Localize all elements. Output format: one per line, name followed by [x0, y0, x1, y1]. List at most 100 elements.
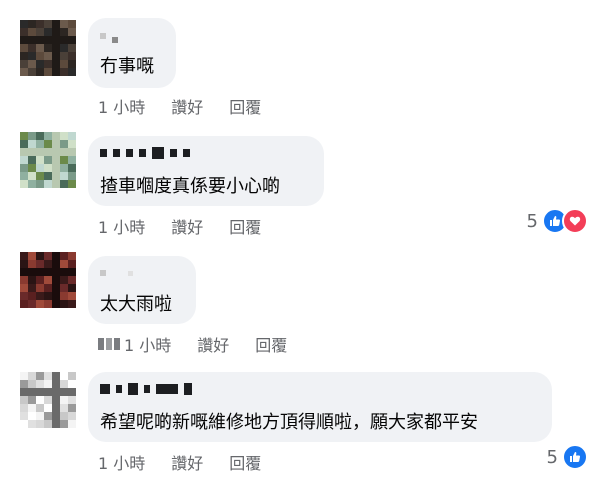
avatar-pixel — [44, 396, 52, 404]
avatar-pixel — [28, 180, 36, 188]
avatar-pixel — [20, 300, 28, 308]
avatar-pixel — [60, 28, 68, 36]
avatar-pixel — [28, 60, 36, 68]
avatar-pixel — [60, 412, 68, 420]
reply-button[interactable]: 回覆 — [229, 94, 261, 118]
avatar-pixel — [36, 20, 44, 28]
avatar-pixel — [28, 172, 36, 180]
avatar-pixel — [44, 60, 52, 68]
avatar-pixel — [52, 44, 60, 52]
comment-bubble: 揸車嗰度真係要小心啲 — [88, 136, 324, 206]
avatar-pixel — [20, 372, 28, 380]
avatar-pixel — [52, 396, 60, 404]
avatar[interactable] — [20, 132, 76, 188]
avatar-pixel — [60, 276, 68, 284]
timestamp[interactable]: 1 小時 — [98, 450, 145, 474]
avatar-pixel — [36, 132, 44, 140]
avatar-pixel — [68, 44, 76, 52]
like-button[interactable]: 讚好 — [197, 332, 229, 356]
comment-actions: 1 小時 讚好 回覆 — [98, 332, 313, 356]
avatar-pixel — [28, 156, 36, 164]
avatar-pixel — [28, 28, 36, 36]
avatar-pixel — [60, 380, 68, 388]
avatar-pixel — [68, 68, 76, 76]
avatar-pixel — [28, 260, 36, 268]
avatar-pixel — [28, 52, 36, 60]
avatar-pixel — [44, 132, 52, 140]
comment-bubble: 太大雨啦 — [88, 256, 196, 324]
avatar-pixel — [60, 60, 68, 68]
avatar[interactable] — [20, 20, 76, 76]
avatar-pixel — [68, 404, 76, 412]
avatar-pixel — [44, 68, 52, 76]
avatar-pixel — [52, 292, 60, 300]
author-name[interactable] — [100, 146, 196, 160]
reaction-summary[interactable]: 5 — [547, 444, 588, 470]
comment-bubble: 冇事嘅 — [88, 18, 176, 88]
reaction-summary[interactable]: 5 — [527, 208, 588, 234]
avatar-pixel — [36, 140, 44, 148]
avatar-pixel — [44, 172, 52, 180]
avatar[interactable] — [20, 252, 76, 308]
avatar-pixel — [36, 420, 44, 428]
avatar-pixel — [20, 420, 28, 428]
comment-actions: 1 小時 讚好 回覆 — [98, 94, 287, 118]
avatar-pixel — [44, 140, 52, 148]
author-name[interactable] — [100, 382, 198, 396]
reply-button[interactable]: 回覆 — [255, 332, 287, 356]
avatar-pixel — [36, 412, 44, 420]
avatar-pixel — [44, 260, 52, 268]
avatar-pixel — [68, 28, 76, 36]
avatar-pixel — [68, 164, 76, 172]
avatar-pixel — [52, 28, 60, 36]
avatar-pixel — [20, 28, 28, 36]
avatar-pixel — [28, 420, 36, 428]
avatar-pixel — [52, 300, 60, 308]
avatar-pixel — [60, 284, 68, 292]
avatar-pixel — [68, 252, 76, 260]
avatar-pixel — [60, 68, 68, 76]
avatar-pixel — [28, 148, 36, 156]
avatar-pixel — [52, 172, 60, 180]
like-button[interactable]: 讚好 — [171, 94, 203, 118]
timestamp[interactable]: 1 小時 — [98, 332, 171, 356]
avatar[interactable] — [20, 372, 76, 428]
avatar-pixel — [60, 420, 68, 428]
comment-bubble: 希望呢啲新嘅維修地方頂得順啦，願大家都平安 — [88, 372, 552, 442]
avatar-pixel — [36, 36, 44, 44]
reply-button[interactable]: 回覆 — [229, 450, 261, 474]
timestamp[interactable]: 1 小時 — [98, 214, 145, 238]
avatar-pixel — [44, 52, 52, 60]
avatar-pixel — [36, 396, 44, 404]
avatar-pixel — [20, 412, 28, 420]
author-name[interactable] — [100, 28, 124, 43]
timestamp[interactable]: 1 小時 — [98, 94, 145, 118]
avatar-pixel — [36, 404, 44, 412]
avatar-pixel — [36, 44, 44, 52]
avatar-pixel — [36, 60, 44, 68]
reaction-count: 5 — [526, 210, 538, 232]
timestamp-redacted — [98, 338, 120, 350]
avatar-pixel — [68, 36, 76, 44]
like-icon — [562, 444, 588, 470]
avatar-pixel — [44, 268, 52, 276]
avatar-pixel — [44, 180, 52, 188]
avatar-pixel — [20, 284, 28, 292]
avatar-pixel — [28, 380, 36, 388]
avatar-pixel — [36, 260, 44, 268]
avatar-pixel — [20, 156, 28, 164]
like-button[interactable]: 讚好 — [171, 214, 203, 238]
avatar-pixel — [68, 156, 76, 164]
avatar-pixel — [44, 20, 52, 28]
avatar-pixel — [52, 20, 60, 28]
avatar-pixel — [52, 132, 60, 140]
avatar-pixel — [60, 396, 68, 404]
author-name[interactable] — [100, 266, 139, 280]
avatar-pixel — [52, 388, 60, 396]
like-button[interactable]: 讚好 — [171, 450, 203, 474]
avatar-pixel — [44, 372, 52, 380]
avatar-pixel — [20, 276, 28, 284]
reply-button[interactable]: 回覆 — [229, 214, 261, 238]
avatar-pixel — [68, 268, 76, 276]
avatar-pixel — [20, 268, 28, 276]
